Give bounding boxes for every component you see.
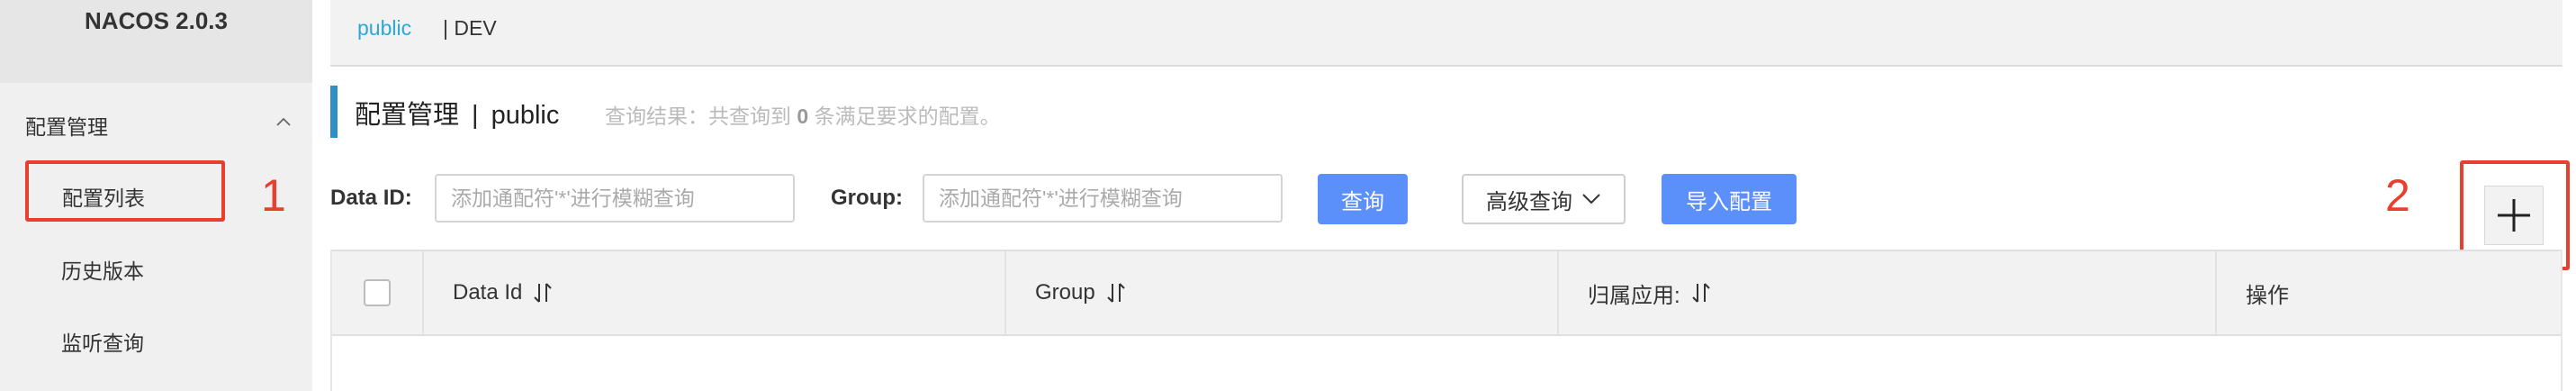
menu-group-config-management[interactable]: 配置管理 bbox=[0, 101, 312, 144]
sidebar-item-listener-query[interactable]: 监听查询 bbox=[25, 308, 225, 369]
config-table: Data Id Group 归属应用: 操作 bbox=[330, 250, 2562, 391]
sort-icon[interactable] bbox=[533, 281, 553, 305]
column-header-data-id[interactable]: Data Id bbox=[424, 251, 1006, 334]
sidebar-item-label: 监听查询 bbox=[61, 332, 144, 355]
select-all-checkbox[interactable] bbox=[364, 279, 391, 306]
column-header-label: 操作 bbox=[2246, 283, 2289, 308]
sort-icon[interactable] bbox=[1691, 281, 1711, 305]
import-config-label: 导入配置 bbox=[1686, 189, 1772, 214]
column-header-label: Group bbox=[1035, 280, 1095, 305]
group-input[interactable] bbox=[923, 174, 1283, 223]
annotation-number-1: 1 bbox=[261, 170, 286, 221]
group-label: Group: bbox=[831, 186, 903, 210]
page-title: 配置管理 | public bbox=[355, 94, 559, 132]
data-id-label: Data ID: bbox=[330, 186, 412, 210]
column-header-label: 归属应用: bbox=[1588, 283, 1680, 308]
import-config-button[interactable]: 导入配置 bbox=[1662, 174, 1797, 224]
query-result-text: 查询结果：共查询到 0 条满足要求的配置。 bbox=[605, 99, 1001, 130]
search-button[interactable]: 查询 bbox=[1318, 174, 1408, 224]
column-header-group[interactable]: Group bbox=[1006, 251, 1559, 334]
table-header: Data Id Group 归属应用: 操作 bbox=[332, 250, 2561, 336]
chevron-down-icon bbox=[1582, 194, 1600, 205]
namespace-bar: public | DEV bbox=[330, 0, 2562, 67]
add-config-button[interactable] bbox=[2484, 186, 2544, 245]
logo: NACOS 2.0.3 bbox=[0, 0, 312, 83]
title-separator: | bbox=[472, 101, 479, 130]
plus-icon bbox=[2498, 199, 2530, 232]
advanced-search-label: 高级查询 bbox=[1486, 189, 1572, 214]
query-result-suffix: 条满足要求的配置。 bbox=[814, 105, 1001, 128]
column-header-operation: 操作 bbox=[2217, 251, 2561, 334]
namespace-public-link[interactable]: public bbox=[357, 16, 411, 41]
sidebar-item-config-list[interactable]: 配置列表 bbox=[25, 160, 225, 222]
logo-text: NACOS 2.0.3 bbox=[85, 7, 228, 34]
select-all-cell bbox=[332, 251, 424, 334]
annotation-number-2: 2 bbox=[2385, 170, 2410, 221]
title-accent-bar bbox=[330, 86, 338, 138]
sidebar-item-label: 配置列表 bbox=[62, 186, 145, 210]
chevron-up-icon bbox=[276, 117, 291, 126]
page-title-namespace: public bbox=[491, 101, 560, 130]
sort-icon[interactable] bbox=[1106, 281, 1126, 305]
sidebar-item-history-versions[interactable]: 历史版本 bbox=[25, 236, 225, 297]
column-header-label: Data Id bbox=[453, 280, 523, 305]
data-id-input[interactable] bbox=[435, 174, 795, 223]
menu-group-label: 配置管理 bbox=[25, 115, 108, 139]
column-header-app[interactable]: 归属应用: bbox=[1559, 251, 2217, 334]
advanced-search-button[interactable]: 高级查询 bbox=[1462, 174, 1626, 224]
query-result-prefix: 查询结果：共查询到 bbox=[605, 105, 791, 128]
sidebar-item-label: 历史版本 bbox=[61, 259, 144, 283]
page-title-text: 配置管理 bbox=[355, 101, 460, 130]
search-button-label: 查询 bbox=[1341, 189, 1384, 214]
query-result-count: 0 bbox=[797, 105, 809, 128]
namespace-dev-link[interactable]: | DEV bbox=[443, 16, 497, 41]
